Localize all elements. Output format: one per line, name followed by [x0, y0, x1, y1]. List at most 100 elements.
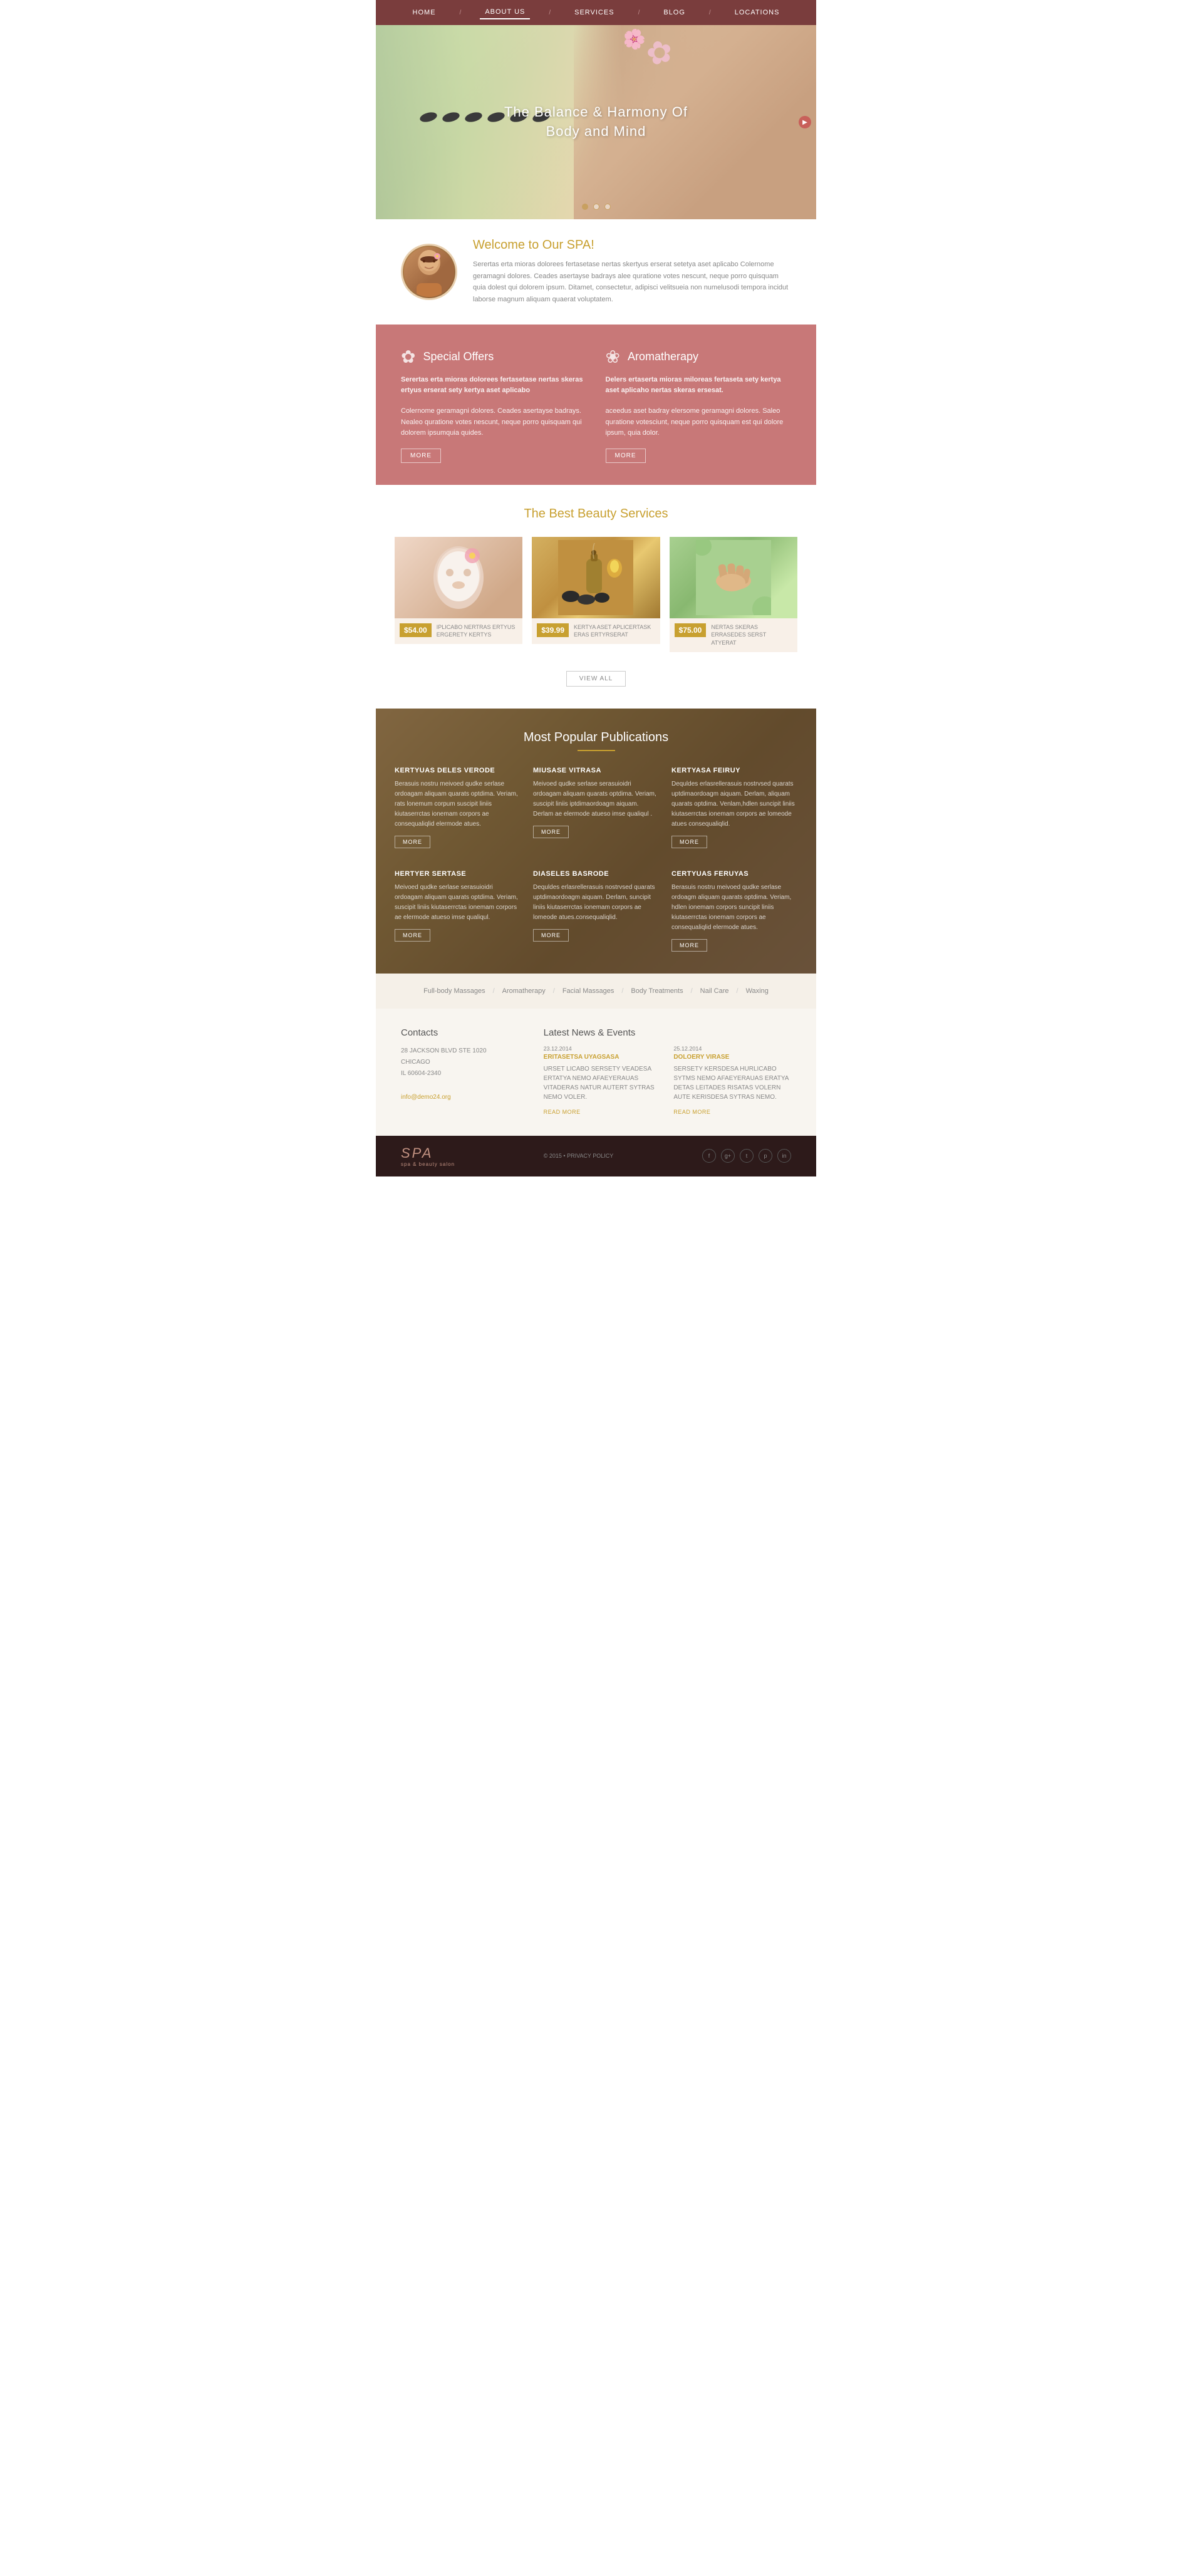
footer-bottom: SPA spa & beauty salon © 2015 • PRIVACY … — [376, 1136, 816, 1176]
social-facebook[interactable]: f — [702, 1149, 716, 1163]
special-offers-icon: ✿ — [401, 346, 415, 367]
pub-item-4: HERTYER SERTASE Meivoed qudke serlase se… — [395, 870, 521, 952]
offer-header-2: ❀ Aromatherapy — [606, 346, 792, 367]
service-price-2: $39.99 — [537, 623, 569, 637]
offer-strong-1: Serertas erta mioras dolorees fertasetas… — [401, 375, 587, 397]
news-date-2: 25.12.2014 — [673, 1046, 791, 1052]
news-read-more-1[interactable]: READ MORE — [544, 1109, 581, 1115]
offer-more-btn-2[interactable]: MORE — [606, 449, 646, 463]
social-linkedin[interactable]: in — [777, 1149, 791, 1163]
pub-more-2[interactable]: MORE — [533, 826, 569, 838]
tag-aromatherapy[interactable]: Aromatherapy — [495, 985, 553, 997]
service-desc-3: NERTAS SKERAS ERRASEDES SERST ATYERAT — [711, 623, 792, 647]
pub-more-3[interactable]: MORE — [671, 836, 707, 848]
welcome-image-inner — [404, 247, 454, 297]
aromatherapy-icon: ❀ — [606, 346, 620, 367]
best-beauty-heading: The Best Beauty Services — [395, 507, 797, 521]
service-desc-2: KERTYA ASET APLICERTASK ERAS ERTYRSERAT — [574, 623, 655, 639]
service-image-1 — [395, 537, 522, 618]
pub-item-2: MIUSASE VITRASA Meivoed qudke serlase se… — [533, 767, 659, 848]
pub-more-4[interactable]: MORE — [395, 929, 430, 942]
hero-dot-1[interactable] — [582, 204, 588, 210]
tag-facial[interactable]: Facial Massages — [555, 985, 622, 997]
hero-text: The Balance & Harmony Of Body and Mind — [504, 103, 688, 142]
publications-section: Most Popular Publications KERTYUAS DELES… — [376, 709, 816, 974]
offer-text-2: aceedus aset badray elersome geramagni d… — [606, 406, 792, 439]
tag-body[interactable]: Body Treatments — [623, 985, 690, 997]
service-info-3: $75.00 NERTAS SKERAS ERRASEDES SERST ATY… — [670, 618, 797, 652]
welcome-image — [401, 244, 457, 300]
hero-next-arrow[interactable]: ▶ — [799, 116, 811, 128]
pub-item-5: DIASELES BASRODE Dequldes erlasrellerasu… — [533, 870, 659, 952]
pub-more-5[interactable]: MORE — [533, 929, 569, 942]
hero-title: The Balance & Harmony Of Body and Mind — [504, 103, 688, 142]
news-item-1: 23.12.2014 ERITASETSA UYAGSASA URSET LIC… — [544, 1046, 661, 1117]
contacts-email[interactable]: info@demo24.org — [401, 1094, 451, 1101]
offers-section: ✿ Special Offers Serertas erta mioras do… — [376, 325, 816, 485]
nav-sep-1: / — [460, 9, 462, 16]
oil-candles-svg — [558, 540, 633, 615]
pub-item-1: KERTYUAS DELES VERODE Berasuis nostru me… — [395, 767, 521, 848]
welcome-section: Welcome to Our SPA! Serertas erta mioras… — [376, 219, 816, 325]
contacts-section: Contacts 28 JACKSON BLVD STE 1020 CHICAG… — [401, 1027, 525, 1117]
pub-text-5: Dequldes erlasrellerasuis nostrvsed quar… — [533, 883, 659, 923]
pub-title-4: HERTYER SERTASE — [395, 870, 521, 878]
news-item-2: 25.12.2014 DOLOERY VIRASE SERSETY KERSDE… — [673, 1046, 791, 1117]
social-twitter[interactable]: t — [740, 1149, 754, 1163]
tag-nail[interactable]: Nail Care — [693, 985, 737, 997]
offer-header-1: ✿ Special Offers — [401, 346, 587, 367]
news-text-1: URSET LICABO SERSETY VEADESA ERTATYA NEM… — [544, 1064, 661, 1102]
welcome-person-svg — [407, 247, 451, 297]
news-title-1: ERITASETSA UYAGSASA — [544, 1054, 661, 1061]
service-card-2: $39.99 KERTYA ASET APLICERTASK ERAS ERTY… — [532, 537, 660, 652]
pub-content: Most Popular Publications KERTYUAS DELES… — [395, 730, 797, 952]
tag-full-body[interactable]: Full-body Massages — [416, 985, 492, 997]
nav-sep-2: / — [549, 9, 551, 16]
navigation: HOME / ABOUT US / SERVICES / BLOG / LOCA… — [376, 0, 816, 25]
offer-strong-2: Delers ertaserta mioras miloreas fertase… — [606, 375, 792, 397]
news-heading: Latest News & Events — [544, 1027, 791, 1038]
social-google-plus[interactable]: g+ — [721, 1149, 735, 1163]
massage-svg — [696, 540, 771, 615]
social-pinterest[interactable]: p — [759, 1149, 772, 1163]
service-info-1: $54.00 IPLICABO NERTRAS ERTYUS ERGERETY … — [395, 618, 522, 644]
tag-waxing[interactable]: Waxing — [739, 985, 776, 997]
news-text-2: SERSETY KERSDESA HURLICABO SYTMS NEMO AF… — [673, 1064, 791, 1102]
hero-section: ✿ 🌸 The Balance & Harmony Of Body and Mi… — [376, 25, 816, 219]
service-image-2 — [532, 537, 660, 618]
pub-more-6[interactable]: MORE — [671, 939, 707, 952]
news-date-1: 23.12.2014 — [544, 1046, 661, 1052]
face-mask-svg — [427, 540, 490, 615]
footer-logo-text: SPA — [401, 1145, 455, 1161]
service-desc-1: IPLICABO NERTRAS ERTYUS ERGERETY KERTYS — [437, 623, 518, 639]
hero-dots — [582, 204, 611, 210]
footer-logo: SPA spa & beauty salon — [401, 1145, 455, 1167]
pub-title-6: CERTYUAS FERUYAS — [671, 870, 797, 878]
hero-dot-3[interactable] — [604, 204, 611, 210]
offer-text-1: Colernome geramagni dolores. Ceades aser… — [401, 406, 587, 439]
nav-sep-4: / — [709, 9, 711, 16]
nav-locations[interactable]: LOCATIONS — [730, 6, 785, 19]
footer-top: Contacts 28 JACKSON BLVD STE 1020 CHICAG… — [376, 1009, 816, 1136]
pub-title-1: KERTYUAS DELES VERODE — [395, 767, 521, 774]
pub-divider — [578, 750, 615, 751]
nav-blog[interactable]: BLOG — [658, 6, 690, 19]
services-grid: $54.00 IPLICABO NERTRAS ERTYUS ERGERETY … — [395, 537, 797, 652]
offer-item-2: ❀ Aromatherapy Delers ertaserta mioras m… — [606, 346, 792, 463]
pub-item-3: KERTYASA FEIRUY Dequldes erlasrellerasui… — [671, 767, 797, 848]
nav-home[interactable]: HOME — [408, 6, 441, 19]
pub-text-3: Dequldes erlasrellerasuis nostrvsed quar… — [671, 779, 797, 829]
pub-text-1: Berasuis nostru meivoed qudke serlase or… — [395, 779, 521, 829]
offer-more-btn-1[interactable]: MORE — [401, 449, 441, 463]
welcome-content: Welcome to Our SPA! Serertas erta mioras… — [473, 238, 791, 306]
view-all-button[interactable]: VIEW ALL — [566, 671, 626, 687]
pub-text-4: Meivoed qudke serlase serasuioidri ordoa… — [395, 883, 521, 923]
news-read-more-2[interactable]: READ MORE — [673, 1109, 710, 1115]
nav-sep-3: / — [638, 9, 640, 16]
footer-copyright: © 2015 • PRIVACY POLICY — [544, 1153, 614, 1159]
pub-more-1[interactable]: MORE — [395, 836, 430, 848]
footer-social: f g+ t p in — [702, 1149, 791, 1163]
nav-services[interactable]: SERVICES — [569, 6, 619, 19]
hero-dot-2[interactable] — [593, 204, 599, 210]
nav-about[interactable]: ABOUT US — [480, 6, 530, 19]
